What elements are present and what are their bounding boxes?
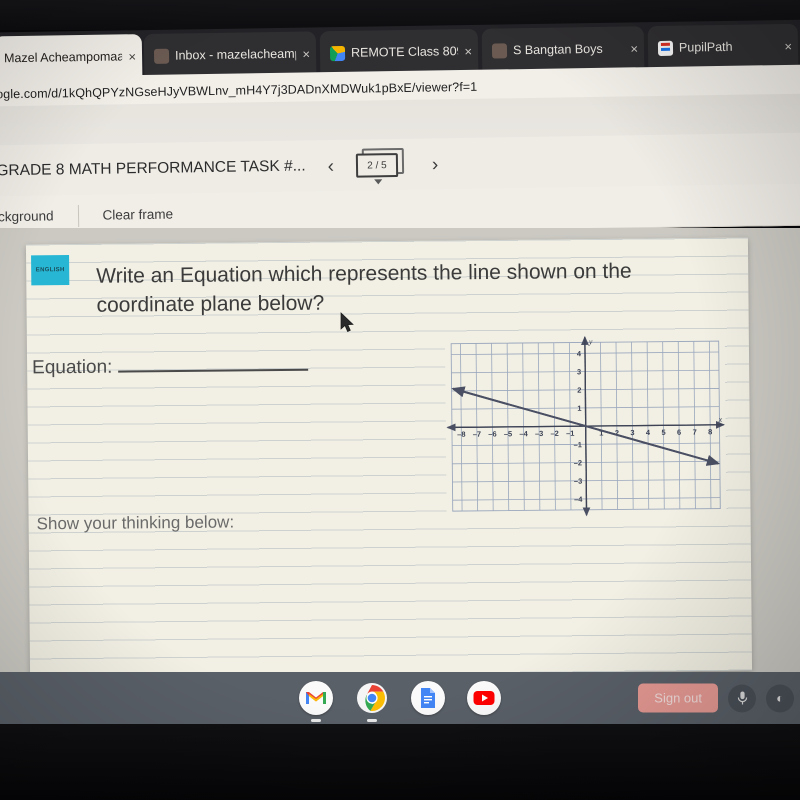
- app-running-indicator: [367, 719, 377, 722]
- browser-tab-label: Inbox - mazelacheamp: [174, 46, 297, 63]
- gmail-icon[interactable]: [299, 681, 333, 722]
- prev-page-button[interactable]: ‹: [327, 156, 334, 177]
- drive-favicon: [329, 45, 346, 61]
- svg-text:5: 5: [661, 428, 665, 437]
- svg-text:3: 3: [577, 367, 581, 376]
- page-counter-value: 2 / 5: [355, 153, 399, 178]
- svg-text:–2: –2: [550, 429, 558, 438]
- next-page-button[interactable]: ›: [432, 154, 439, 175]
- chromeos-shelf: Sign out ◐: [0, 672, 800, 724]
- svg-text:–3: –3: [535, 429, 543, 438]
- set-background-button[interactable]: et background: [0, 208, 54, 224]
- browser-tab-1[interactable]: Inbox - mazelacheamp ×: [143, 31, 317, 79]
- youtube-icon[interactable]: [467, 681, 501, 715]
- tab-close-icon[interactable]: ×: [630, 41, 638, 56]
- photo-favicon: [153, 48, 170, 64]
- tab-close-icon[interactable]: ×: [464, 43, 472, 58]
- chrome-icon[interactable]: [355, 681, 389, 722]
- language-badge: ENGLISH: [31, 255, 70, 286]
- svg-text:2: 2: [577, 386, 581, 395]
- equation-answer-blank[interactable]: [118, 368, 309, 373]
- pupilpath-favicon: [657, 40, 674, 56]
- svg-text:x: x: [718, 415, 723, 424]
- coordinate-plane-graph: –8 –7 –6 –5 –4 –3 –2 –1 1 2 3 4 5 6 7 8 4 3 2 1 –1 –2 –3 –4 yx: [444, 333, 727, 519]
- shelf-status-area: Sign out ◐: [638, 683, 794, 713]
- page-title: a - GRADE 8 MATH PERFORMANCE TASK #...: [0, 157, 306, 180]
- status-tray-icon[interactable]: ◐: [766, 684, 794, 712]
- graph-svg: –8 –7 –6 –5 –4 –3 –2 –1 1 2 3 4 5 6 7 84321–1–2–3–4 yx: [444, 333, 727, 519]
- browser-tab-2[interactable]: REMOTE Class 809 Sci ×: [319, 28, 479, 76]
- browser-tab-4[interactable]: PupilPath ×: [647, 23, 799, 71]
- svg-text:–2: –2: [574, 458, 582, 467]
- chevron-down-icon[interactable]: [374, 179, 383, 185]
- google-docs-icon[interactable]: [411, 681, 445, 715]
- question-text: Write an Equation which represents the l…: [96, 259, 632, 317]
- shelf-app-list: [299, 681, 501, 722]
- browser-tab-3[interactable]: S Bangtan Boys ×: [481, 26, 645, 73]
- browser-tab-label: S Bangtan Boys: [512, 41, 603, 58]
- photo-favicon: [491, 42, 508, 59]
- app-running-indicator: [311, 719, 321, 722]
- svg-text:–8: –8: [457, 430, 465, 439]
- clear-frame-button[interactable]: Clear frame: [102, 207, 173, 223]
- microphone-icon[interactable]: [728, 684, 756, 712]
- svg-text:–4: –4: [574, 495, 583, 504]
- svg-text:3: 3: [630, 428, 634, 437]
- svg-text:y: y: [588, 337, 593, 346]
- svg-text:–1: –1: [566, 429, 574, 438]
- svg-text:–4: –4: [519, 429, 528, 438]
- svg-text:7: 7: [693, 428, 697, 437]
- tab-close-icon[interactable]: ×: [128, 49, 136, 64]
- svg-text:1: 1: [577, 404, 581, 413]
- tab-close-icon[interactable]: ×: [302, 46, 310, 61]
- worksheet-page[interactable]: ENGLISH Write an Equation which represen…: [25, 237, 753, 678]
- sign-out-button[interactable]: Sign out: [638, 683, 718, 713]
- toolbar-divider: [77, 204, 79, 227]
- svg-text:–6: –6: [488, 429, 496, 438]
- show-thinking-label: Show your thinking below:: [36, 512, 235, 534]
- screen-bezel-bottom: [0, 724, 800, 800]
- address-bar-url: google.com/d/1kQhQPYzNGseHJyVBWLnv_mH4Y7…: [0, 79, 478, 102]
- page-counter[interactable]: 2 / 5: [355, 147, 405, 185]
- svg-text:–1: –1: [573, 440, 581, 449]
- browser-tab-label: Mazel Acheampomaa: [3, 49, 123, 66]
- svg-text:–5: –5: [504, 429, 512, 438]
- equation-answer-row[interactable]: Equation:: [32, 355, 309, 380]
- tab-close-icon[interactable]: ×: [784, 38, 792, 53]
- equation-label: Equation:: [32, 356, 113, 379]
- svg-text:8: 8: [708, 427, 712, 436]
- svg-text:–3: –3: [574, 477, 582, 486]
- browser-tab-label: PupilPath: [678, 39, 733, 55]
- browser-tab-0[interactable]: Mazel Acheampomaa ×: [0, 34, 143, 81]
- svg-text:6: 6: [677, 428, 681, 437]
- chromebook-screen-photo: Mazel Acheampomaa × Inbox - mazelacheamp…: [0, 0, 800, 800]
- browser-tab-label: REMOTE Class 809 Sci: [350, 44, 459, 60]
- svg-text:–7: –7: [473, 430, 481, 439]
